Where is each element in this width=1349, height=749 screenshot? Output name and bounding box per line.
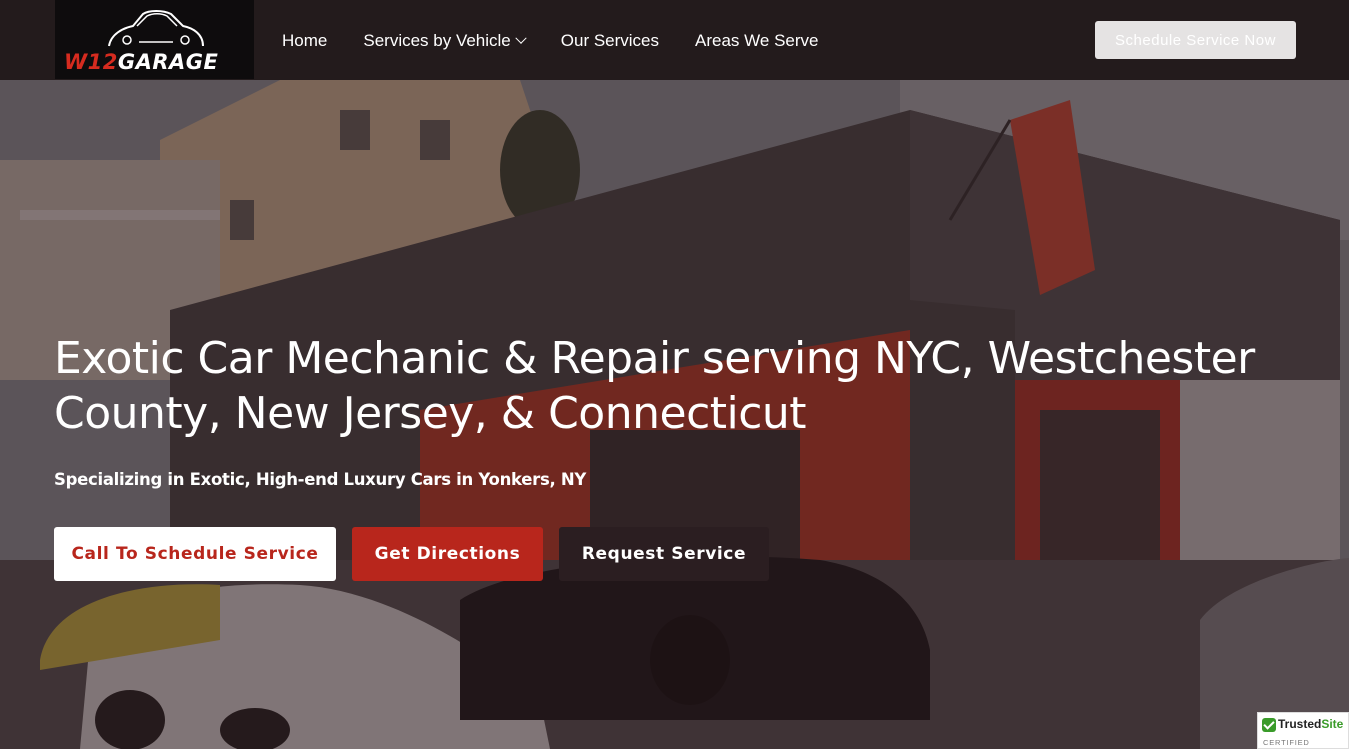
checkmark-icon [1262, 718, 1276, 732]
chevron-down-icon [515, 32, 527, 44]
call-to-schedule-button[interactable]: Call To Schedule Service [54, 527, 336, 581]
hero-subtitle: Specializing in Exotic, High-end Luxury … [54, 470, 587, 489]
nav-item-services-by-vehicle[interactable]: Services by Vehicle [363, 31, 527, 51]
site-header: W12GARAGE Home Services by Vehicle Our S… [0, 0, 1349, 80]
hero-section: Exotic Car Mechanic & Repair serving NYC… [0, 80, 1349, 749]
car-silhouette-icon [108, 10, 204, 47]
logo-wordmark: W12GARAGE [64, 50, 219, 74]
main-nav: Home Services by Vehicle Our Services Ar… [282, 31, 854, 51]
trustedsite-brand: TrustedSite [1278, 717, 1344, 731]
nav-item-our-services[interactable]: Our Services [561, 31, 659, 51]
nav-item-areas-we-serve[interactable]: Areas We Serve [695, 31, 818, 51]
get-directions-button[interactable]: Get Directions [352, 527, 543, 581]
hero-title: Exotic Car Mechanic & Repair serving NYC… [54, 333, 1255, 439]
request-service-button[interactable]: Request Service [559, 527, 769, 581]
trustedsite-badge[interactable]: TrustedSite CERTIFIED SECURE [1257, 712, 1349, 749]
schedule-service-now-button[interactable]: Schedule Service Now [1095, 21, 1296, 59]
trustedsite-tagline: CERTIFIED SECURE [1263, 738, 1310, 749]
w12-garage-logo[interactable]: W12GARAGE [55, 0, 254, 79]
nav-item-home[interactable]: Home [282, 31, 327, 51]
